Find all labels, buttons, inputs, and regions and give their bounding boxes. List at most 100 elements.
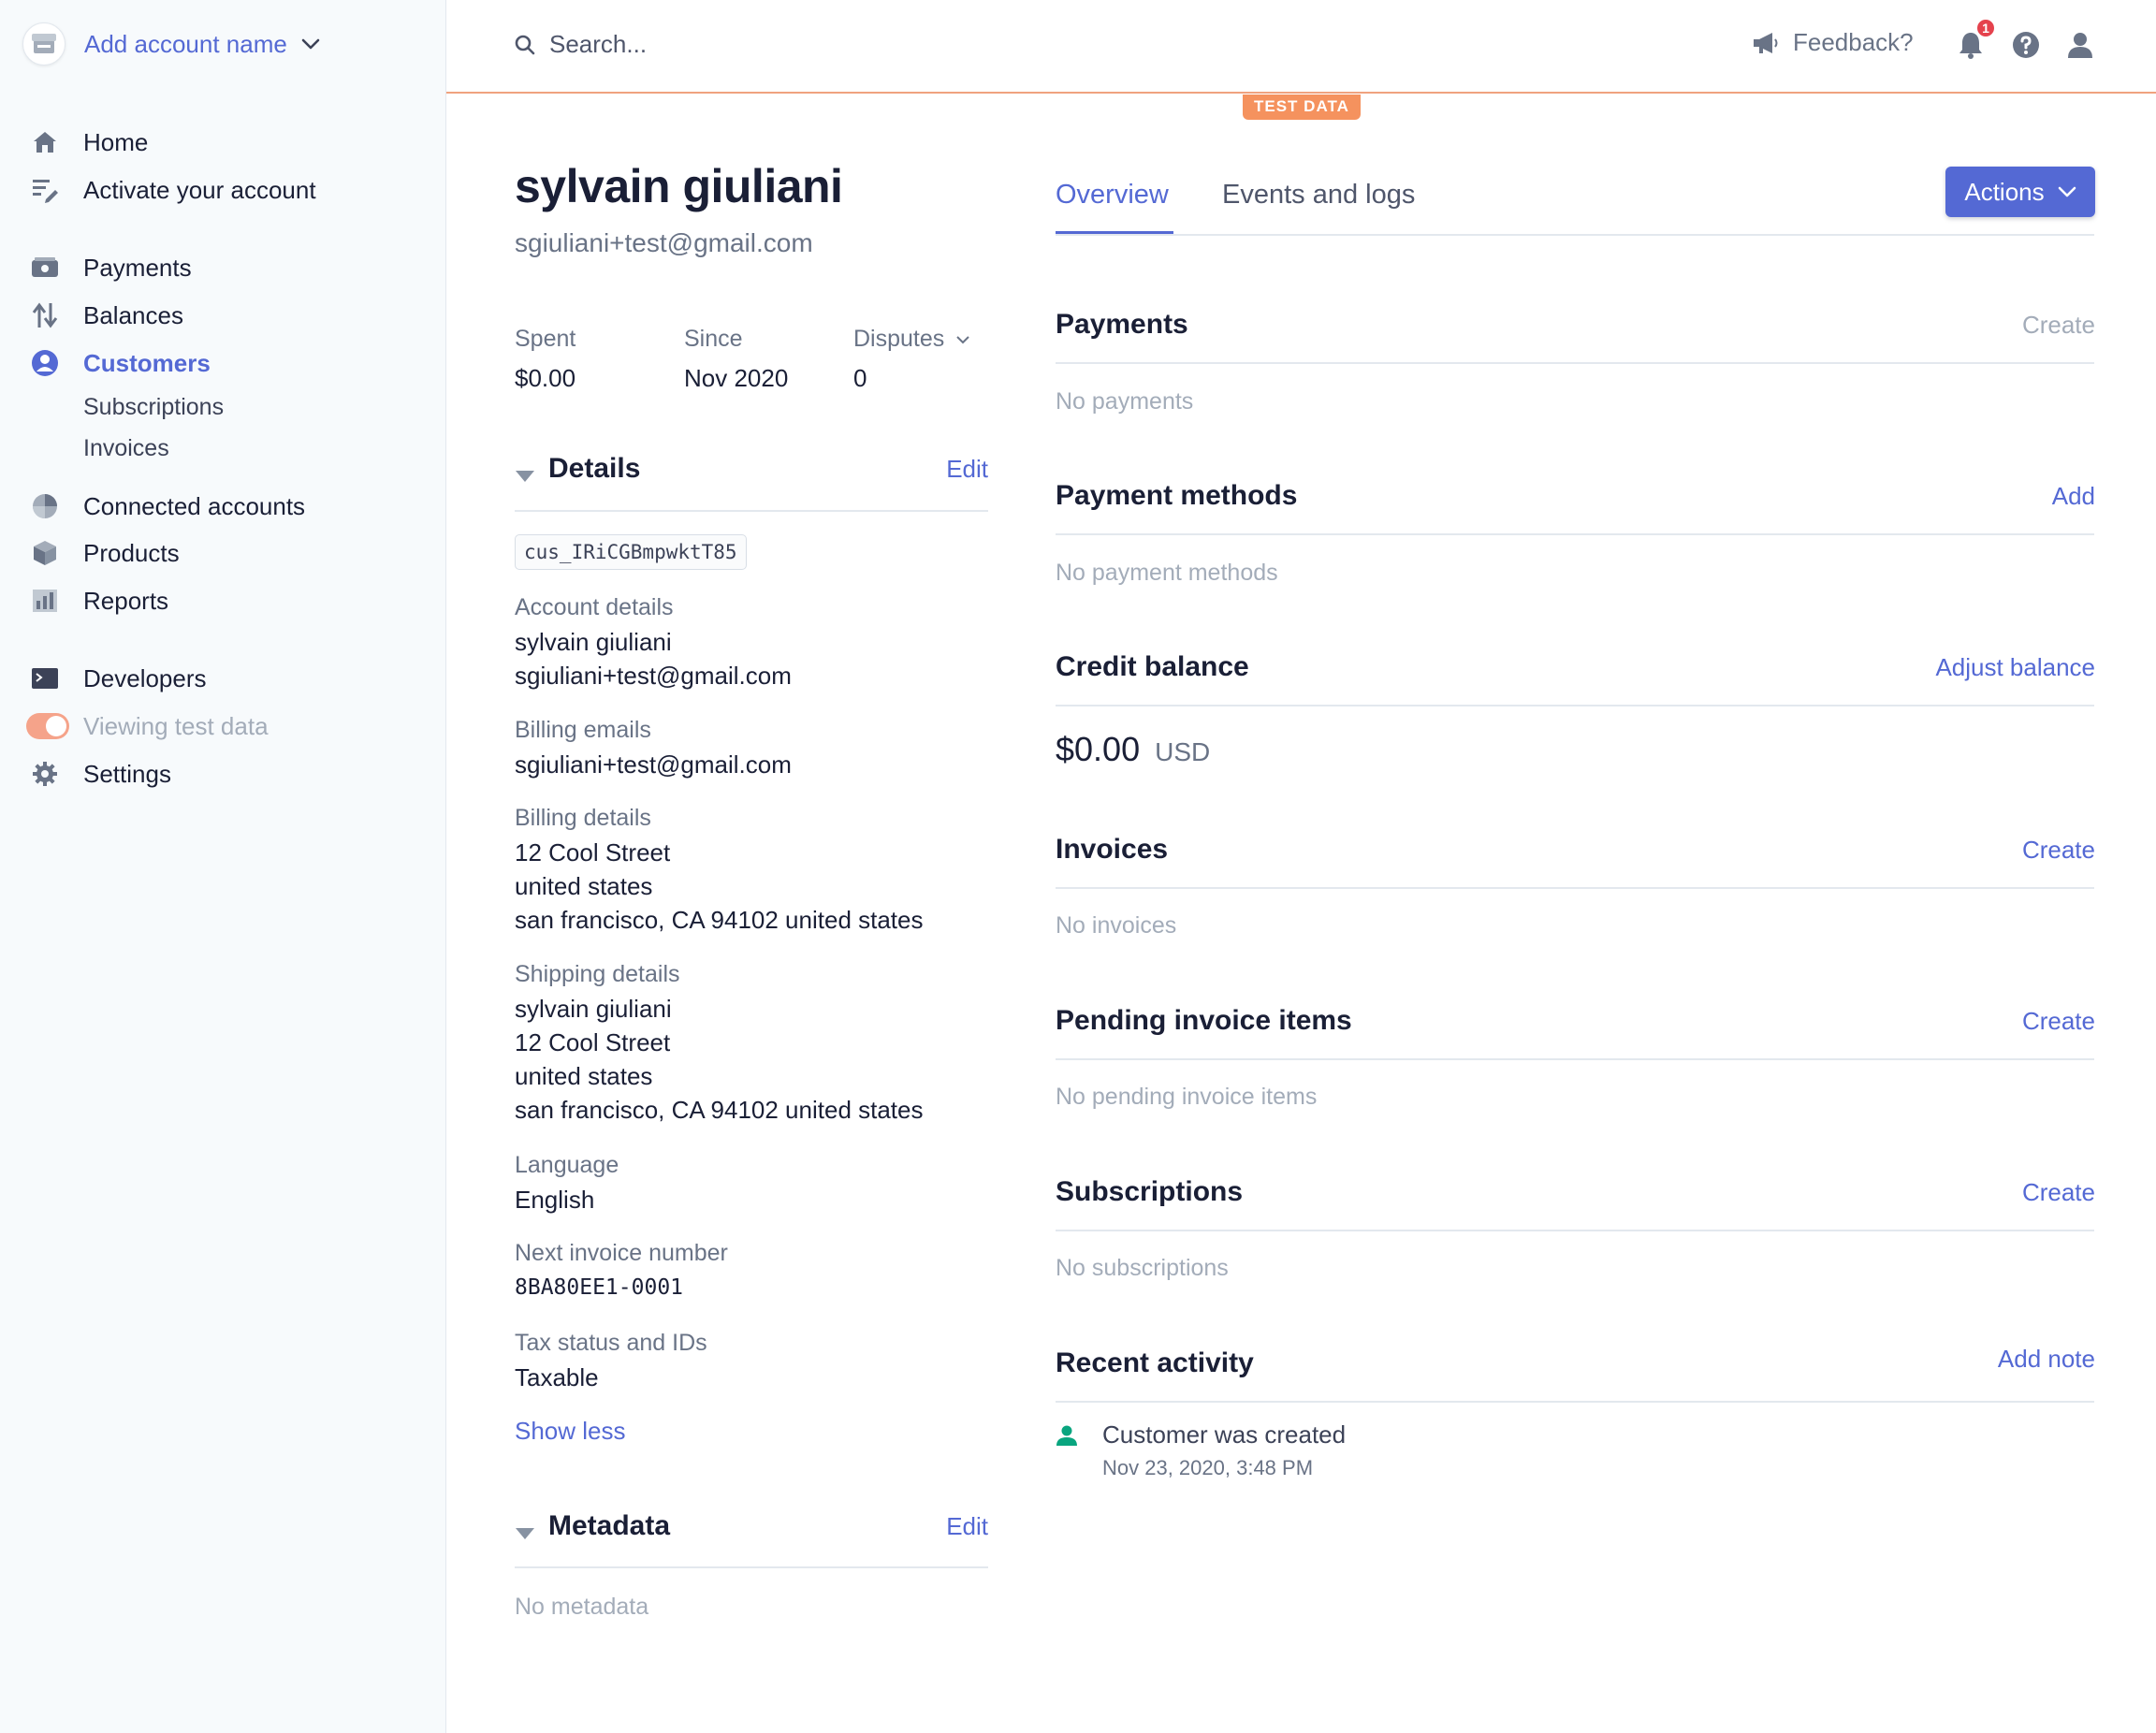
payments-empty: No payments [1056,388,1194,415]
invoices-create-button[interactable]: Create [2022,836,2095,865]
sidebar-item-activate[interactable]: Activate your account [30,171,316,209]
activity-timestamp: Nov 23, 2020, 3:48 PM [1102,1456,1314,1479]
sidebar-item-balances[interactable]: Balances [30,297,183,334]
active-tab-indicator [1056,231,1173,234]
divider [1056,1401,2094,1403]
chevron-down-icon [2058,186,2076,197]
divider [1056,234,2094,236]
account-switcher[interactable]: Add account name [22,22,321,66]
payment-methods-empty: No payment methods [1056,560,1278,586]
disputes-label: Disputes [853,326,945,352]
actions-label: Actions [1964,177,2045,206]
pending-items-empty: No pending invoice items [1056,1084,1318,1110]
stat-value: 0 [853,364,867,392]
payments-create-button[interactable]: Create [2022,311,2095,340]
sidebar-subitem-label: Invoices [83,434,169,461]
stat-label: Spent [515,326,576,352]
tab-overview[interactable]: Overview [1056,180,1169,211]
show-less-link[interactable]: Show less [515,1417,626,1446]
payments-title: Payments [1056,309,1188,340]
language-label: Language [515,1152,619,1178]
test-data-toggle[interactable]: Viewing test data [26,707,269,745]
balance-amount: $0.00 [1056,730,1141,768]
add-note-button[interactable]: Add note [1998,1345,2095,1374]
search-bar[interactable] [514,30,1017,59]
chevron-down-icon [300,37,321,51]
pending-items-title: Pending invoice items [1056,1005,1352,1036]
divider [1056,705,2094,706]
shipping-details-label: Shipping details [515,961,680,987]
gear-icon [30,759,60,789]
toggle-switch[interactable] [26,713,69,739]
billing-address-line: san francisco, CA 94102 united states [515,906,924,934]
sidebar-item-developers[interactable]: Developers [30,660,207,697]
divider [515,510,988,512]
sidebar-item-reports[interactable]: Reports [30,582,168,619]
tax-status-value: Taxable [515,1363,599,1391]
billing-email: sgiuliani+test@gmail.com [515,750,792,779]
recent-activity-title: Recent activity [1056,1347,1254,1378]
caret-down-icon [515,1527,535,1540]
credit-balance-title: Credit balance [1056,651,1249,682]
metadata-edit-link[interactable]: Edit [946,1512,988,1541]
user-icon[interactable] [2065,30,2095,60]
store-icon [22,22,66,66]
sidebar-item-label: Reports [83,586,169,615]
stat-disputes[interactable]: Disputes 0 [853,326,970,393]
tab-events-and-logs[interactable]: Events and logs [1222,180,1415,211]
details-header[interactable]: Details Edit [515,453,988,498]
stat-value: Nov 2020 [684,364,789,392]
sidebar-item-customers[interactable]: Customers [30,344,211,382]
sidebar-item-label: Activate your account [83,175,316,204]
chevron-down-icon [955,335,970,344]
sidebar-item-label: Connected accounts [83,491,306,520]
customer-email: sgiuliani+test@gmail.com [515,228,813,257]
products-icon [30,538,60,568]
account-email: sgiuliani+test@gmail.com [515,662,792,690]
pending-items-create-button[interactable]: Create [2022,1007,2095,1036]
details-edit-link[interactable]: Edit [946,455,988,484]
payment-methods-add-button[interactable]: Add [2052,482,2095,511]
megaphone-icon [1752,31,1780,55]
language-value: English [515,1186,595,1214]
subscriptions-empty: No subscriptions [1056,1255,1229,1281]
sidebar-item-label: Developers [83,663,207,692]
caret-down-icon [515,470,535,483]
divider [1056,1230,2094,1231]
customer-id[interactable]: cus_IRiCGBmpwktT85 [515,534,747,570]
invoices-empty: No invoices [1056,912,1177,939]
help-icon[interactable] [2011,30,2041,60]
adjust-balance-button[interactable]: Adjust balance [1935,653,2095,682]
next-invoice-value: 8BA80EE1-0001 [515,1275,684,1300]
subscriptions-create-button[interactable]: Create [2022,1178,2095,1207]
sidebar-item-payments[interactable]: Payments [30,249,192,286]
stat-since: Since Nov 2020 [684,326,788,393]
billing-emails-label: Billing emails [515,717,651,743]
metadata-header[interactable]: Metadata Edit [515,1510,988,1555]
sidebar-item-products[interactable]: Products [30,534,180,572]
sidebar-item-home[interactable]: Home [30,124,148,161]
actions-button[interactable]: Actions [1945,167,2095,217]
home-icon [30,127,60,157]
sidebar-item-connected-accounts[interactable]: Connected accounts [30,488,305,525]
sidebar-item-label: Payments [83,253,192,282]
notification-count-badge: 1 [1975,18,1996,38]
sidebar-item-label: Viewing test data [83,711,269,740]
divider [1056,533,2094,535]
sidebar-item-settings[interactable]: Settings [30,755,171,793]
test-data-badge: TEST DATA [1243,95,1361,120]
sidebar-item-label: Customers [83,348,211,377]
billing-address-line: 12 Cool Street [515,838,671,866]
search-input[interactable] [549,30,1017,59]
metadata-empty: No metadata [515,1594,649,1620]
details-title: Details [548,453,641,484]
feedback-button[interactable]: Feedback? [1752,28,1914,57]
account-name: Add account name [84,29,287,58]
payments-icon [30,253,60,283]
divider [1056,362,2094,364]
shipping-address-line: 12 Cool Street [515,1028,671,1056]
metadata-title: Metadata [548,1510,671,1541]
credit-balance-value: $0.00 USD [1056,730,1210,769]
shipping-address-line: united states [515,1062,653,1090]
feedback-label: Feedback? [1793,28,1914,56]
